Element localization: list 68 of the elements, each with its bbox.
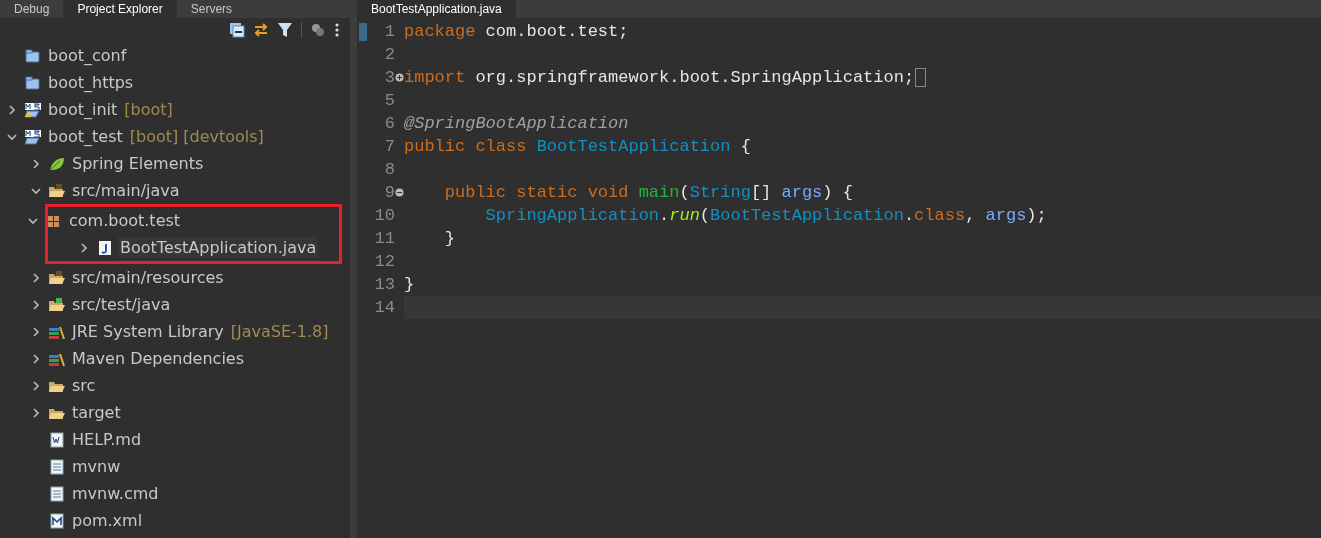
code-line: public class BootTestApplication { — [404, 137, 751, 156]
view-tab[interactable]: Debug — [0, 0, 64, 18]
collapse-fold-icon[interactable] — [395, 188, 404, 197]
expand-fold-icon[interactable] — [395, 73, 404, 82]
tree-item-decoration: [devtools] — [183, 127, 264, 146]
word-icon — [48, 431, 66, 448]
more-icon[interactable] — [334, 22, 340, 38]
collapse-all-icon[interactable] — [229, 22, 245, 38]
spring-icon — [48, 155, 66, 172]
code-line: package com.boot.test; — [404, 22, 629, 41]
view-tab[interactable]: Project Explorer — [63, 0, 177, 18]
tree-item[interactable]: Spring Elements — [70, 153, 206, 174]
tree-item[interactable]: boot_conf — [46, 45, 129, 66]
tree-item[interactable]: src/main/resources — [70, 267, 226, 288]
tree-item[interactable]: boot_init — [46, 99, 120, 120]
line-number: 10 — [373, 206, 395, 225]
tree-item[interactable]: JRE System Library — [70, 321, 226, 342]
line-number: 11 — [373, 229, 395, 248]
code-line: } — [404, 275, 415, 294]
spring-project-icon — [24, 128, 42, 145]
tree-item[interactable]: mvnw.cmd — [70, 483, 161, 504]
editor-tab[interactable]: BootTestApplication.java — [357, 0, 516, 18]
tree-item[interactable]: mvnw — [70, 456, 123, 477]
view-menu-icon[interactable] — [310, 22, 326, 38]
line-number: 7 — [383, 137, 395, 156]
code-line: @SpringBootApplication — [404, 114, 629, 133]
line-number: 8 — [383, 160, 395, 179]
tree-item[interactable]: src — [70, 375, 98, 396]
tree-item[interactable]: src/main/java — [70, 180, 182, 201]
source-folder-icon — [48, 269, 66, 286]
line-number: 13 — [373, 275, 395, 294]
spring-project-warning-icon — [24, 101, 42, 118]
code-line: import org.springframework.boot.SpringApplication; — [404, 68, 915, 87]
line-number: 1 — [383, 22, 395, 41]
code-line: SpringApplication.run(BootTestApplication.class, args); — [484, 206, 1047, 225]
maven-icon — [48, 512, 66, 529]
tree-item[interactable]: boot_test — [46, 126, 125, 147]
line-number: 2 — [383, 45, 395, 64]
test-folder-icon — [48, 296, 66, 313]
code-line: public static void main(String[] args) { — [443, 183, 853, 202]
line-number: 12 — [373, 252, 395, 271]
filter-icon[interactable] — [277, 22, 293, 38]
tree-item-decoration: [JavaSE-1.8] — [230, 322, 329, 341]
text-icon — [48, 485, 66, 502]
folded-code-icon[interactable] — [915, 68, 927, 87]
code-line: } — [443, 229, 455, 248]
tree-item[interactable]: target — [70, 402, 123, 423]
line-number: 5 — [383, 91, 395, 110]
tree-item[interactable]: BootTestApplication.java — [118, 237, 319, 258]
tree-item[interactable]: pom.xml — [70, 510, 145, 531]
project-icon — [24, 74, 42, 91]
tree-item-decoration: [boot] — [129, 127, 179, 146]
tree-item[interactable]: src/test/java — [70, 294, 173, 315]
project-icon — [24, 47, 42, 64]
line-number: 14 — [373, 298, 395, 317]
line-number: 3 — [383, 68, 395, 87]
line-number: 9 — [383, 183, 395, 202]
tree-item[interactable]: HELP.md — [70, 429, 144, 450]
text-icon — [48, 458, 66, 475]
java-icon — [96, 239, 114, 256]
line-number: 6 — [383, 114, 395, 133]
tree-item[interactable]: Maven Dependencies — [70, 348, 246, 369]
tree-item[interactable]: boot_https — [46, 72, 136, 93]
link-icon[interactable] — [253, 22, 269, 38]
tree-item[interactable]: com.boot.test — [67, 210, 183, 231]
tree-item-decoration: [boot] — [124, 100, 173, 119]
source-folder-icon — [48, 182, 66, 199]
view-tab[interactable]: Servers — [176, 0, 247, 18]
